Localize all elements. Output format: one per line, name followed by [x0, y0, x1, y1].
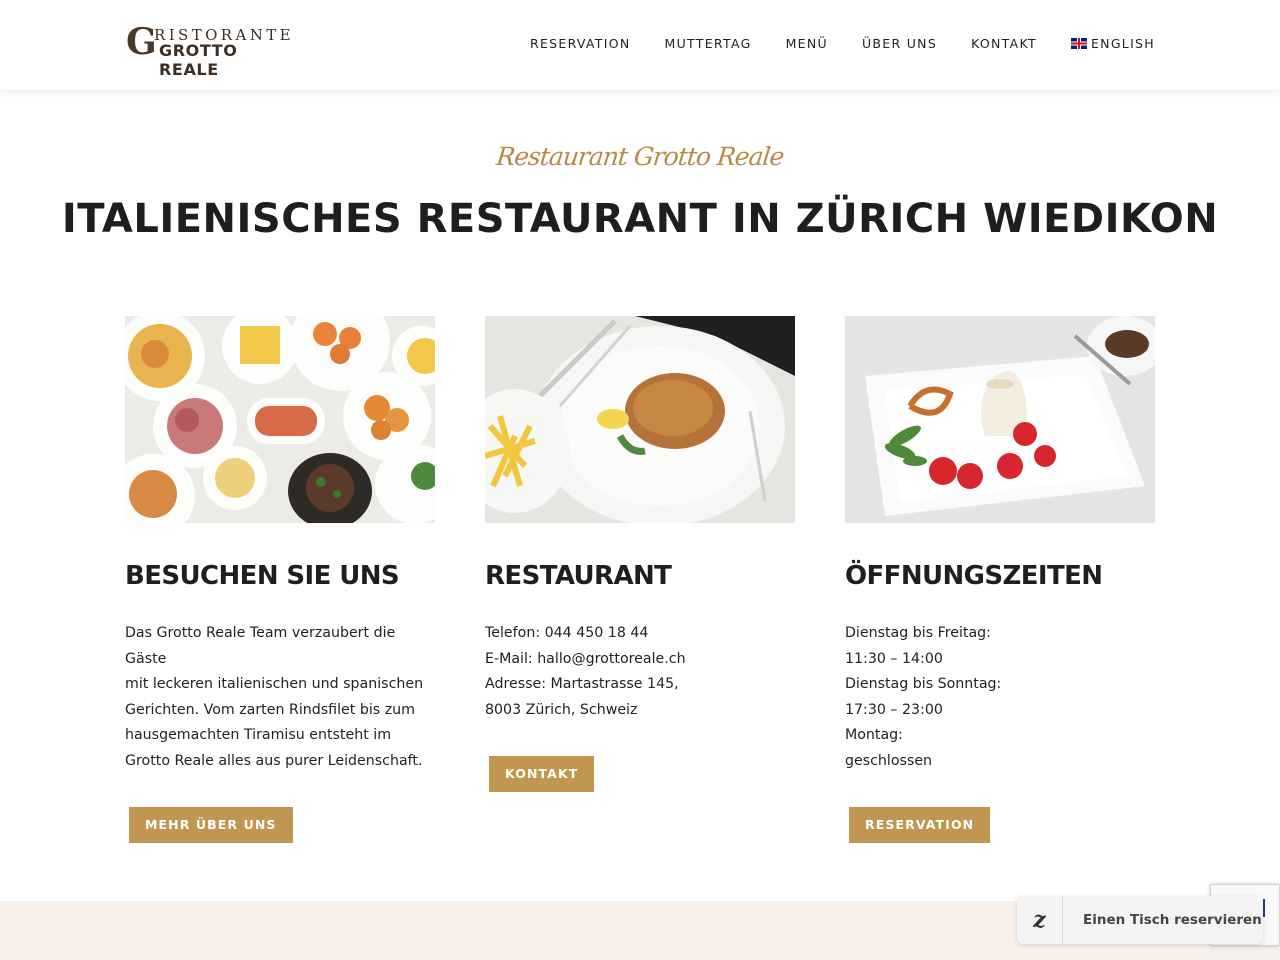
visit-line: Das Grotto Reale Team verzaubert die Gäs… — [125, 625, 396, 667]
logo-line-2: GROTTO REALE — [159, 41, 238, 79]
food-spread-photo — [125, 316, 435, 523]
opening-hours: Dienstag bis Freitag: 11:30 – 14:00 Dien… — [845, 621, 1155, 775]
kontakt-button[interactable]: KONTAKT — [489, 756, 595, 793]
nav-language-label: ENGLISH — [1090, 36, 1155, 51]
visit-column: BESUCHEN SIE UNS Das Grotto Reale Team v… — [125, 316, 435, 843]
site-header: G RISTORANTE GROTTO REALE RESERVATION MU… — [0, 0, 1280, 91]
hours-line: 11:30 – 14:00 — [845, 650, 943, 667]
restaurant-address: Adresse: Martastrasse 145, — [485, 676, 679, 693]
nav-kontakt[interactable]: KONTAKT — [971, 36, 1037, 51]
restaurant-column: RESTAURANT Telefon: 044 450 18 44 E-Mail… — [485, 316, 795, 793]
restaurant-city: 8003 Zürich, Schweiz — [485, 701, 638, 718]
mehr-ueber-uns-button[interactable]: MEHR ÜBER UNS — [129, 806, 293, 843]
restaurant-heading: RESTAURANT — [485, 561, 672, 591]
hours-column: ÖFFNUNGSZEITEN Dienstag bis Freitag: 11:… — [845, 316, 1155, 843]
restaurant-phone: Telefon: 044 450 18 44 — [485, 625, 649, 641]
reservation-button[interactable]: RESERVATION — [849, 806, 991, 843]
hero-script-title: Restaurant Grotto Reale — [495, 142, 785, 171]
table-reservation-widget[interactable]: z Einen Tisch reservieren — [1017, 896, 1263, 944]
page-title: ITALIENISCHES RESTAURANT IN ZÜRICH WIEDI… — [61, 196, 1219, 242]
nav-muttertag[interactable]: MUTTERTAG — [665, 36, 752, 51]
nav-language-english[interactable]: ENGLISH — [1070, 36, 1155, 51]
nav-reservation[interactable]: RESERVATION — [530, 36, 631, 51]
hours-line: 17:30 – 23:00 — [845, 701, 943, 718]
hours-line: geschlossen — [845, 752, 933, 769]
visit-heading: BESUCHEN SIE UNS — [125, 561, 400, 591]
schnitzel-photo — [485, 316, 795, 523]
hours-heading: ÖFFNUNGSZEITEN — [845, 561, 1103, 591]
panna-cotta-photo — [845, 316, 1155, 523]
restaurant-contact-info: Telefon: 044 450 18 44 E-Mail: hallo@gro… — [485, 621, 795, 723]
visit-line: mit leckeren italienischen und spanische… — [125, 676, 424, 693]
reservation-widget-logo-icon: z — [1017, 896, 1063, 944]
visit-line: Gerichten. Vom zarten Rindsfilet bis zum — [125, 701, 415, 718]
reservation-widget-label: Einen Tisch reservieren — [1083, 912, 1262, 928]
main-nav: RESERVATION MUTTERTAG MENÜ ÜBER UNS KONT… — [496, 36, 1155, 51]
logo-letter: G — [126, 21, 157, 63]
visit-line: hausgemachten Tiramisu entsteht im — [125, 727, 392, 744]
hours-line: Dienstag bis Sonntag: — [845, 676, 1002, 693]
visit-line: Grotto Reale alles aus purer Leidenschaf… — [125, 752, 423, 769]
visit-description: Das Grotto Reale Team verzaubert die Gäs… — [125, 621, 435, 775]
restaurant-email[interactable]: E-Mail: hallo@grottoreale.ch — [485, 647, 795, 673]
nav-menu[interactable]: MENÜ — [786, 36, 828, 51]
nav-ueber-uns[interactable]: ÜBER UNS — [862, 36, 937, 51]
uk-flag-icon — [1070, 38, 1087, 49]
hours-line: Dienstag bis Freitag: — [845, 625, 991, 641]
site-logo[interactable]: G RISTORANTE GROTTO REALE — [126, 21, 296, 79]
hours-line: Montag: — [845, 727, 903, 744]
